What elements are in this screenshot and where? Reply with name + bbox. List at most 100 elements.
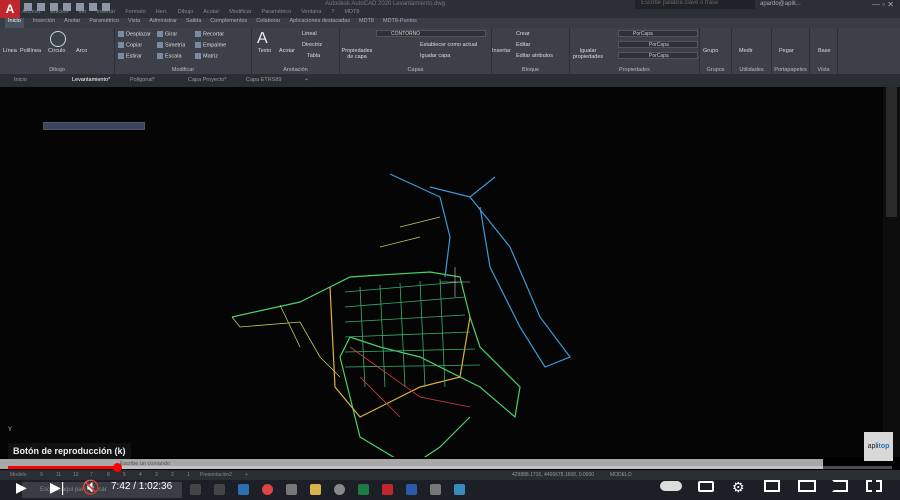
desplazar-button[interactable]: Desplazar: [118, 31, 151, 37]
doc-tab-capa-etrs89[interactable]: Capa ETRS89: [246, 77, 281, 83]
doc-tab-capa-proyecto[interactable]: Capa Proyecto*: [188, 77, 227, 83]
polilinea-button[interactable]: Polilínea: [20, 48, 41, 54]
title-bar: A Autodesk AutoCAD 2020 Levantamiento.dw…: [0, 0, 900, 18]
menu-help[interactable]: ?: [331, 9, 334, 15]
texto-button[interactable]: Texto: [258, 48, 271, 54]
muted-volume-icon[interactable]: 🔇: [82, 478, 99, 496]
igualar-propiedades-button[interactable]: Igualar propiedades: [571, 48, 605, 60]
establecer-actual-button[interactable]: Establecer como actual: [420, 42, 477, 48]
empalme-button[interactable]: Empalme: [195, 42, 226, 48]
autoplay-toggle[interactable]: [660, 481, 682, 491]
window-controls[interactable]: — ▫ ✕: [872, 0, 894, 9]
pegar-button[interactable]: Pegar: [779, 48, 794, 54]
layer-dropdown[interactable]: CONTORNO: [376, 30, 486, 37]
propiedades-capa-button[interactable]: Propiedades de capa: [341, 48, 373, 60]
trim-icon: [195, 31, 201, 37]
theater-mode-icon[interactable]: [798, 480, 816, 492]
settings-gear-icon[interactable]: ⚙: [732, 478, 745, 496]
label: Copiar: [126, 42, 143, 49]
editar-atributos-button[interactable]: Editar atributos: [516, 53, 553, 59]
panel-modificar: Desplazar Girar Recortar Copiar Simetría…: [115, 28, 252, 74]
base-button[interactable]: Base: [818, 48, 831, 54]
panel-title: Utilidades: [739, 67, 764, 73]
circulo-button[interactable]: Círculo: [48, 48, 65, 54]
tab-parametrico[interactable]: Paramétrico: [89, 18, 119, 28]
menu-dibujo[interactable]: Dibujo: [178, 9, 194, 15]
escala-button[interactable]: Escala: [157, 53, 182, 59]
panel-title: Anotación: [283, 67, 308, 73]
user-account[interactable]: apardo@aplit...: [760, 1, 801, 7]
next-icon[interactable]: ▶|: [50, 478, 64, 496]
ribbon-tabs: Inicio Inserción Anotar Paramétrico Vista Adm…: [0, 18, 900, 28]
tab-inicio[interactable]: Inicio: [5, 18, 24, 28]
doc-tab-levantamiento[interactable]: Levantamiento*: [72, 77, 110, 83]
lineweight-dropdown[interactable]: PorCapa: [618, 52, 698, 59]
menu-herr[interactable]: Herr.: [156, 9, 168, 15]
menu-edicion[interactable]: Edición: [50, 9, 68, 15]
autocad-logo[interactable]: A: [0, 0, 20, 18]
arco-button[interactable]: Arco: [76, 48, 87, 54]
subtitles-icon[interactable]: [698, 481, 714, 492]
directriz-button[interactable]: Directriz: [302, 42, 322, 48]
doc-tab-inicio[interactable]: Inicio: [14, 77, 27, 83]
progress-scrubber[interactable]: [112, 463, 122, 472]
menu-mdt8[interactable]: MDT8: [344, 9, 359, 15]
simetria-button[interactable]: Simetría: [157, 42, 185, 48]
igualar-capa-button[interactable]: Igualar capa: [420, 53, 450, 59]
tab-administrar[interactable]: Administrar: [149, 18, 177, 28]
play-icon[interactable]: ▶: [16, 478, 27, 496]
acotar-button[interactable]: Acotar: [279, 48, 295, 54]
player-tooltip: Botón de reproducción (k): [8, 443, 131, 459]
tab-complementos[interactable]: Complementos: [210, 18, 247, 28]
tab-insercion[interactable]: Inserción: [33, 18, 55, 28]
menu-acotar[interactable]: Acotar: [203, 9, 219, 15]
panel-title: Capas: [407, 67, 424, 73]
scroll-thumb[interactable]: [886, 87, 897, 217]
matriz-button[interactable]: Matriz: [195, 53, 218, 59]
copiar-button[interactable]: Copiar: [118, 42, 142, 48]
insertar-button[interactable]: Insertar: [492, 48, 511, 54]
linea-button[interactable]: Línea: [3, 48, 17, 54]
menu-formato[interactable]: Formato: [125, 9, 145, 15]
menu-bar: Archivo Edición Ver Insertar Formato Herr. Dib…: [22, 9, 359, 15]
search-input[interactable]: Escribe palabra clave o frase: [635, 0, 755, 9]
coast-line: [389, 173, 571, 368]
estirar-button[interactable]: Estirar: [118, 53, 142, 59]
lineal-button[interactable]: Lineal: [302, 31, 317, 37]
menu-parametrico[interactable]: Paramétrico: [262, 9, 292, 15]
menu-ver[interactable]: Ver: [78, 9, 86, 15]
fullscreen-icon[interactable]: [866, 480, 882, 492]
linetype-dropdown[interactable]: PorCapa: [618, 41, 698, 48]
crear-button[interactable]: Crear: [516, 31, 530, 37]
tab-colaborar[interactable]: Colaborar: [256, 18, 280, 28]
video-progress-bar[interactable]: [8, 463, 892, 472]
panel-bloque: Insertar Crear Editar Editar atributos B…: [492, 28, 570, 74]
aplitop-watermark: aplitop: [864, 432, 893, 461]
tab-salida[interactable]: Salida: [186, 18, 201, 28]
tab-mdt8-puntos[interactable]: MDT8-Puntos: [383, 18, 417, 28]
recortar-button[interactable]: Recortar: [195, 31, 224, 37]
grupo-button[interactable]: Grupo: [703, 48, 718, 54]
tab-anotar[interactable]: Anotar: [64, 18, 80, 28]
menu-insertar[interactable]: Insertar: [97, 9, 116, 15]
tab-aplicaciones[interactable]: Aplicaciones destacadas: [289, 18, 350, 28]
cast-icon[interactable]: [832, 480, 848, 492]
menu-archivo[interactable]: Archivo: [22, 9, 40, 15]
video-time: 7:42 / 1:02:36: [111, 481, 173, 492]
menu-ventana[interactable]: Ventana: [301, 9, 321, 15]
color-dropdown[interactable]: PorCapa: [618, 30, 698, 37]
doc-tab-poligonal[interactable]: Poligonal*: [130, 77, 155, 83]
new-tab-button[interactable]: +: [305, 77, 308, 83]
tab-mdt8[interactable]: MDT8: [359, 18, 374, 28]
drawing-canvas[interactable]: [0, 87, 900, 457]
vertical-scrollbar[interactable]: [883, 87, 900, 457]
girar-button[interactable]: Girar: [157, 31, 177, 37]
tabla-button[interactable]: Tabla: [307, 53, 320, 59]
medir-button[interactable]: Medir: [739, 48, 753, 54]
editar-button[interactable]: Editar: [516, 42, 530, 48]
tab-vista[interactable]: Vista: [128, 18, 140, 28]
menu-modificar[interactable]: Modificar: [229, 9, 251, 15]
label: Desplazar: [126, 31, 151, 38]
miniplayer-icon[interactable]: [764, 480, 780, 492]
ribbon: Línea Polilínea Círculo Arco Dibujo Desp…: [0, 28, 900, 74]
